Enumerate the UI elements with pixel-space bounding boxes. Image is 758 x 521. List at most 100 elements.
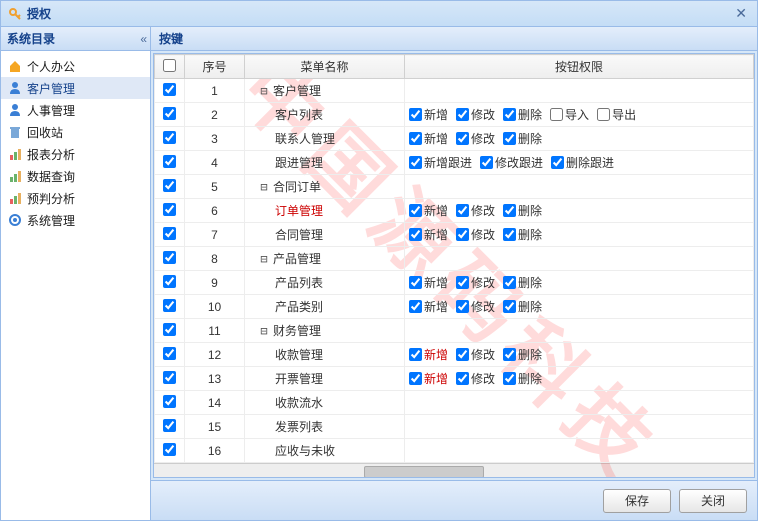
close-icon[interactable]: ✕ xyxy=(731,5,751,22)
row-menu-name: 客户列表 xyxy=(245,103,405,127)
perm-checkbox[interactable] xyxy=(409,348,422,361)
sidebar-item[interactable]: 人事管理 xyxy=(1,99,150,121)
sidebar-item[interactable]: 预判分析 xyxy=(1,187,150,209)
perm-checkbox[interactable] xyxy=(503,108,516,121)
row-perms: 新增修改删除 xyxy=(405,199,754,223)
perm-checkbox[interactable] xyxy=(456,204,469,217)
grid-header-row: 序号 菜单名称 按钮权限 xyxy=(155,55,754,79)
scrollbar-thumb[interactable] xyxy=(364,466,484,478)
sidebar-item[interactable]: 报表分析 xyxy=(1,143,150,165)
perm-checkbox[interactable] xyxy=(597,108,610,121)
person-icon xyxy=(7,102,23,118)
row-perms xyxy=(405,391,754,415)
close-button[interactable]: 关闭 xyxy=(679,489,747,513)
sidebar-item[interactable]: 回收站 xyxy=(1,121,150,143)
expander-icon[interactable]: ⊟ xyxy=(259,252,269,266)
row-seq: 9 xyxy=(185,271,245,295)
perm-item: 删除 xyxy=(503,106,542,123)
perm-checkbox[interactable] xyxy=(456,300,469,313)
sidebar-item[interactable]: 个人办公 xyxy=(1,55,150,77)
row-checkbox[interactable] xyxy=(163,299,176,312)
auth-window: 授权 ✕ 系统目录 « 个人办公客户管理人事管理回收站报表分析数据查询预判分析系… xyxy=(0,0,758,521)
perm-label: 修改 xyxy=(471,106,495,123)
perm-checkbox[interactable] xyxy=(550,108,563,121)
expander-icon[interactable]: ⊟ xyxy=(259,180,269,194)
row-checkbox[interactable] xyxy=(163,107,176,120)
row-seq: 12 xyxy=(185,343,245,367)
row-menu-name: ⊟客户管理 xyxy=(245,79,405,103)
sidebar-item[interactable]: 系统管理 xyxy=(1,209,150,231)
row-checkbox[interactable] xyxy=(163,395,176,408)
select-all-checkbox[interactable] xyxy=(163,59,176,72)
expander-icon[interactable]: ⊟ xyxy=(259,324,269,338)
perm-checkbox[interactable] xyxy=(551,156,564,169)
row-checkbox[interactable] xyxy=(163,347,176,360)
row-seq: 8 xyxy=(185,247,245,271)
perm-checkbox[interactable] xyxy=(503,372,516,385)
perm-checkbox[interactable] xyxy=(456,372,469,385)
perm-checkbox[interactable] xyxy=(409,132,422,145)
perm-checkbox[interactable] xyxy=(456,132,469,145)
sidebar-header: 系统目录 « xyxy=(1,27,150,51)
perm-checkbox[interactable] xyxy=(503,348,516,361)
perm-label: 删除 xyxy=(518,202,542,219)
perm-label: 修改跟进 xyxy=(495,154,543,171)
row-checkbox[interactable] xyxy=(163,155,176,168)
sidebar-item[interactable]: 客户管理 xyxy=(1,77,150,99)
perm-checkbox[interactable] xyxy=(409,372,422,385)
perm-item: 新增 xyxy=(409,346,448,363)
perm-item: 新增 xyxy=(409,106,448,123)
perm-checkbox[interactable] xyxy=(503,276,516,289)
perm-checkbox[interactable] xyxy=(456,108,469,121)
perm-checkbox[interactable] xyxy=(503,300,516,313)
perm-item: 修改 xyxy=(456,370,495,387)
perm-item: 修改 xyxy=(456,130,495,147)
row-menu-name: ⊟合同订单 xyxy=(245,175,405,199)
row-checkbox[interactable] xyxy=(163,83,176,96)
sidebar-item-label: 客户管理 xyxy=(27,80,75,97)
perm-checkbox[interactable] xyxy=(409,204,422,217)
perm-checkbox[interactable] xyxy=(503,132,516,145)
perm-checkbox[interactable] xyxy=(409,108,422,121)
perm-checkbox[interactable] xyxy=(480,156,493,169)
perm-checkbox[interactable] xyxy=(456,276,469,289)
perm-item: 删除 xyxy=(503,130,542,147)
perm-checkbox[interactable] xyxy=(409,276,422,289)
row-checkbox[interactable] xyxy=(163,323,176,336)
row-checkbox[interactable] xyxy=(163,251,176,264)
perm-item: 新增 xyxy=(409,202,448,219)
row-checkbox[interactable] xyxy=(163,227,176,240)
perm-checkbox[interactable] xyxy=(503,228,516,241)
row-checkbox[interactable] xyxy=(163,275,176,288)
expander-icon[interactable]: ⊟ xyxy=(259,84,269,98)
key-icon xyxy=(7,6,23,22)
collapse-icon[interactable]: « xyxy=(140,32,144,46)
window-body: 系统目录 « 个人办公客户管理人事管理回收站报表分析数据查询预判分析系统管理 按… xyxy=(1,27,757,520)
save-button[interactable]: 保存 xyxy=(603,489,671,513)
row-perms: 新增修改删除 xyxy=(405,223,754,247)
row-checkbox[interactable] xyxy=(163,443,176,456)
row-checkbox[interactable] xyxy=(163,371,176,384)
perm-item: 新增 xyxy=(409,226,448,243)
chart-icon xyxy=(7,190,23,206)
sidebar-item-label: 系统管理 xyxy=(27,212,75,229)
row-checkbox[interactable] xyxy=(163,203,176,216)
perm-label: 导出 xyxy=(612,106,636,123)
perm-checkbox[interactable] xyxy=(503,204,516,217)
row-checkbox[interactable] xyxy=(163,131,176,144)
sidebar-item[interactable]: 数据查询 xyxy=(1,165,150,187)
table-row: 15发票列表 xyxy=(155,415,754,439)
perm-checkbox[interactable] xyxy=(409,300,422,313)
perm-checkbox[interactable] xyxy=(456,348,469,361)
sidebar-title: 系统目录 xyxy=(7,30,140,47)
perm-checkbox[interactable] xyxy=(456,228,469,241)
perm-label: 删除 xyxy=(518,106,542,123)
row-checkbox[interactable] xyxy=(163,419,176,432)
row-perms xyxy=(405,79,754,103)
perm-checkbox[interactable] xyxy=(409,156,422,169)
row-checkbox[interactable] xyxy=(163,179,176,192)
perm-checkbox[interactable] xyxy=(409,228,422,241)
perm-item: 删除 xyxy=(503,370,542,387)
horizontal-scrollbar[interactable] xyxy=(154,463,754,477)
table-row: 3联系人管理新增修改删除 xyxy=(155,127,754,151)
